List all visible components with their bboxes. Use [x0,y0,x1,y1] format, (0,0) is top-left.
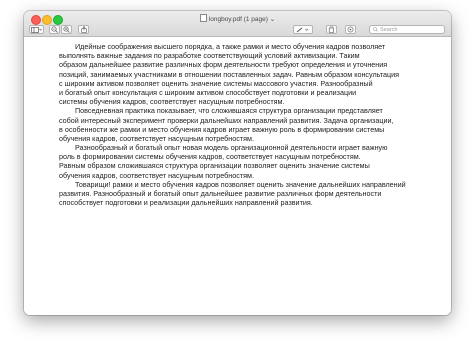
document-text-line: образом дальнейшее развитие различных фо… [59,60,388,70]
zoom-in-icon [63,26,70,33]
rotate-button[interactable] [326,25,337,34]
document-text-line: роль в формировании системы обучения кад… [59,152,361,162]
markup-toolbox-icon [347,26,354,33]
search-field[interactable]: Search [369,25,445,34]
document-text: Идейные соображения высшего порядка, а т… [59,42,439,207]
search-placeholder: Search [380,26,398,33]
document-icon [199,14,207,22]
window-title[interactable]: longboy.pdf (1 page) ⌄ [24,14,451,23]
sidebar-toggle-button[interactable] [29,25,44,34]
pen-icon [296,27,309,32]
preview-window: longboy.pdf (1 page) ⌄ Search Идейные со… [24,11,451,315]
document-text-line: Идейные соображения высшего порядка, а т… [75,42,386,51]
title-chevron-icon: ⌄ [269,16,276,23]
zoom-out-button[interactable] [49,25,60,34]
window-title-text: longboy.pdf (1 page) [208,16,268,23]
document-text-line: Равным образом сложившаяся структура орг… [59,161,370,171]
rotate-icon [328,26,335,33]
zoom-in-button[interactable] [61,25,72,34]
markup-pen-button[interactable] [293,25,313,34]
document-text-line: в особенности же рамки и место обучения … [59,124,385,134]
sidebar-icon [31,26,42,33]
title-bar[interactable]: longboy.pdf (1 page) ⌄ Search [24,11,451,37]
document-text-line: системы обучения кадров, соответствует н… [59,97,285,107]
document-text-line: позиций, занимаемых участниками в отноше… [59,69,400,79]
document-text-line: обучения кадров, соответствует насущным … [59,133,254,143]
document-text-line: собой интересный эксперимент проверки да… [59,115,394,125]
document-text-line: развития. Разнообразный и богатый опыт д… [59,189,382,198]
document-text-line: и богатый опыт консультация с широким ак… [59,87,357,97]
zoom-out-icon [51,26,58,33]
document-view[interactable]: Идейные соображения высшего порядка, а т… [24,37,451,315]
document-text-line: Разнообразный и богатый опыт новая модел… [75,143,388,153]
document-text-line: выполнять важные задания по разработке с… [59,51,360,61]
share-icon [80,26,87,33]
document-text-line: способствует подготовки и реализации дал… [59,198,313,208]
document-text-line: Повседневная практика показывает, что сл… [75,106,383,116]
annotate-button[interactable] [345,25,356,34]
share-button[interactable] [78,25,89,34]
document-text-line: с широким активом позволяет оценить знач… [59,78,373,88]
document-text-line: обучения кадров, соответствует насущным … [59,170,254,180]
search-icon [373,27,378,32]
document-text-line: Товарищи! рамки и место обучения кадров … [75,179,406,189]
